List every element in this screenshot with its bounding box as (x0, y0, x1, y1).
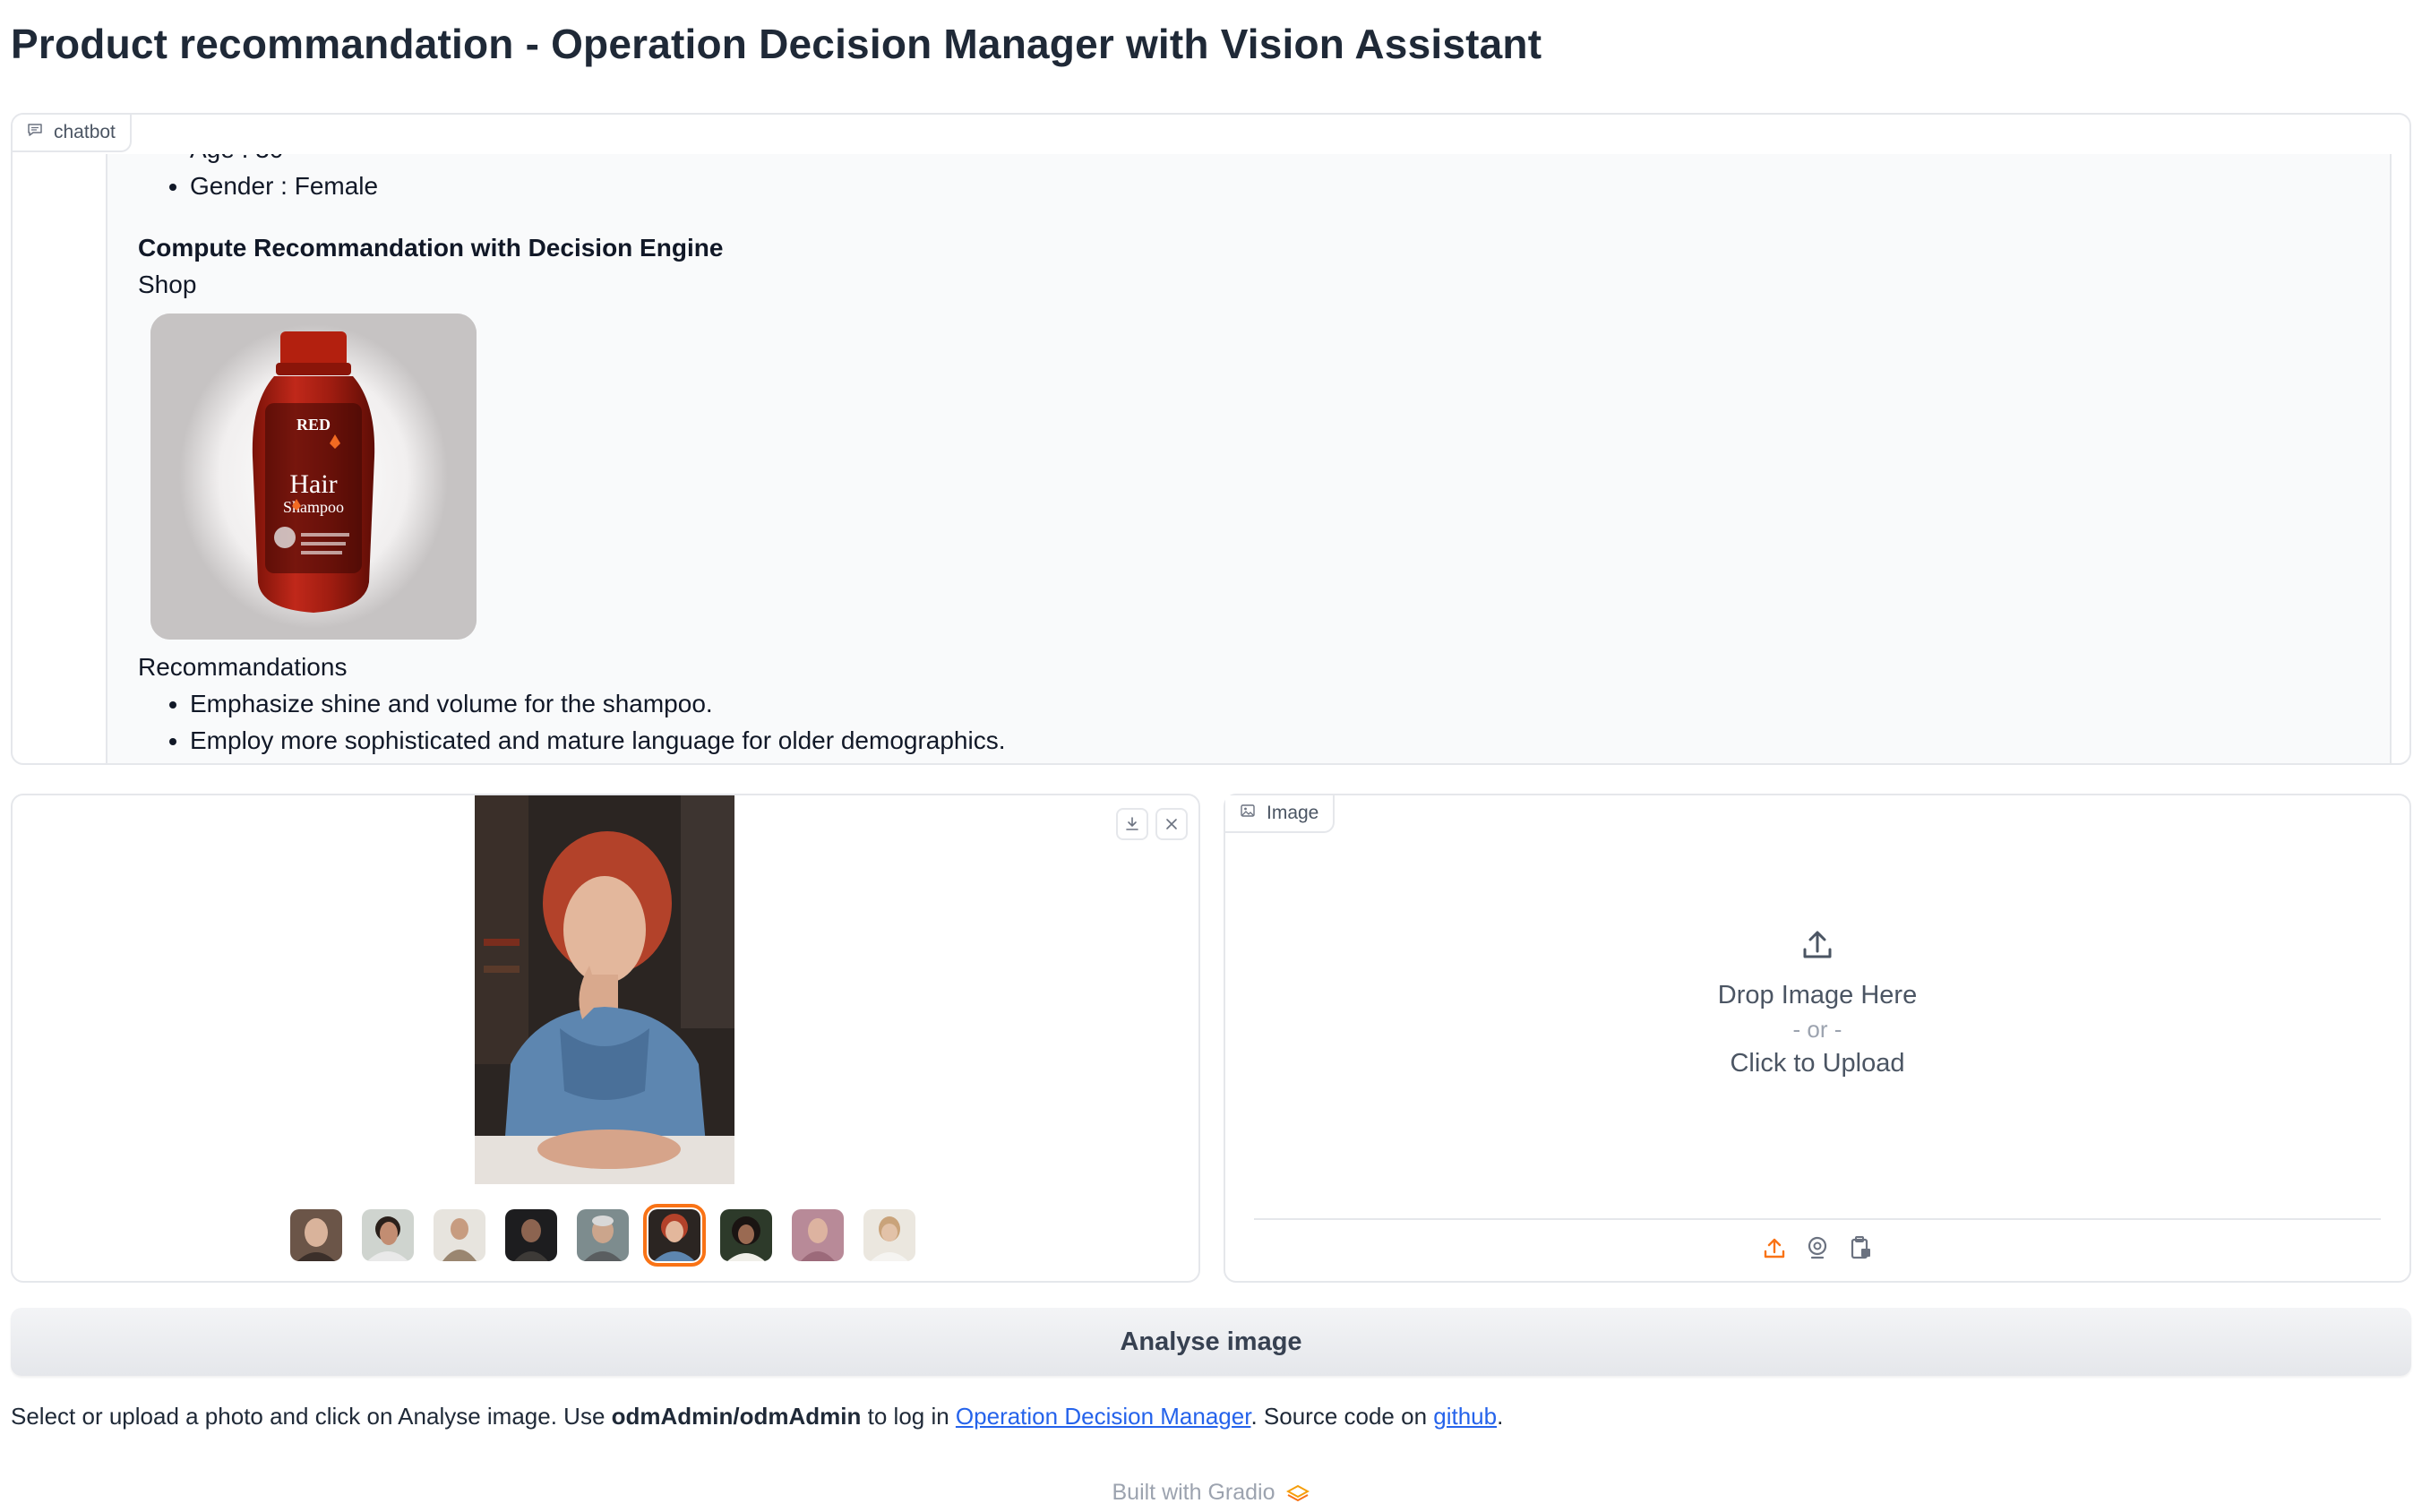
github-link[interactable]: github (1433, 1403, 1497, 1430)
analyse-image-button[interactable]: Analyse image (11, 1308, 2411, 1376)
chat-bubble-icon (27, 122, 43, 143)
drop-zone[interactable]: Drop Image Here - or - Click to Upload (1225, 926, 2409, 1078)
thumbnail[interactable] (720, 1209, 772, 1261)
shampoo-bottle-illustration: RED Hair Shampoo (150, 314, 477, 640)
attribute-list: Age : 30 Gender : Female (138, 154, 2372, 204)
instructions-part: . Source code on (1250, 1403, 1434, 1430)
download-button[interactable] (1116, 808, 1148, 840)
bot-message-content: Age : 30 Gender : Female Compute Recomma… (138, 154, 2372, 759)
attribute-age: Age : 30 (190, 154, 2372, 168)
thumbnail[interactable] (577, 1209, 629, 1261)
app-root: Product recommandation - Operation Decis… (0, 0, 2422, 1512)
thumbnail[interactable] (362, 1209, 414, 1261)
upload-icon[interactable] (1761, 1234, 1788, 1266)
recommendation-item: Emphasize shine and volume for the shamp… (190, 685, 2372, 722)
shop-label: Shop (138, 271, 197, 298)
product-text-shampoo: Shampoo (283, 498, 344, 516)
thumbnail[interactable] (505, 1209, 557, 1261)
thumbnail-selected[interactable] (643, 1204, 706, 1267)
webcam-icon[interactable] (1804, 1234, 1831, 1266)
close-icon (1166, 819, 1177, 829)
odm-link[interactable]: Operation Decision Manager (956, 1403, 1251, 1430)
source-divider (1254, 1218, 2381, 1220)
image-upload[interactable]: Image Drop Image Here - or - Click to Up… (1224, 794, 2411, 1283)
recommendation-list: Emphasize shine and volume for the shamp… (138, 685, 2372, 759)
thumbnail[interactable] (434, 1209, 485, 1261)
instructions-part: . (1497, 1403, 1504, 1430)
instructions-part: to log in (861, 1403, 956, 1430)
selected-photo[interactable] (475, 795, 734, 1184)
thumbnail[interactable] (863, 1209, 915, 1261)
instructions-text: Select or upload a photo and click on An… (11, 1403, 1503, 1430)
credentials-text: odmAdmin/odmAdmin (611, 1403, 862, 1430)
product-text-hair: Hair (289, 469, 337, 499)
instructions-part: Select or upload a photo and click on An… (11, 1403, 612, 1430)
section-heading: Compute Recommandation with Decision Eng… (138, 234, 724, 262)
image-icon (1240, 803, 1256, 824)
chatbot-panel[interactable]: chatbot Age : 30 Gender : Female Compute… (11, 113, 2411, 765)
upload-arrow-icon (1225, 926, 2409, 966)
close-button[interactable] (1155, 808, 1188, 840)
chatbot-label: chatbot (13, 115, 132, 152)
recommendation-item: Employ more sophisticated and mature lan… (190, 722, 2372, 759)
built-with-gradio[interactable]: Built with Gradio (0, 1480, 2422, 1506)
recommendations-label: Recommandations (138, 653, 348, 681)
example-gallery (11, 794, 1200, 1283)
image-label-text: Image (1267, 803, 1319, 823)
attribute-gender: Gender : Female (190, 168, 2372, 204)
chatbot-label-text: chatbot (54, 122, 116, 142)
built-with-text: Built with Gradio (1112, 1480, 1275, 1505)
product-image[interactable]: RED Hair Shampoo (150, 314, 477, 640)
thumbnail[interactable] (792, 1209, 844, 1261)
bot-message: Age : 30 Gender : Female Compute Recomma… (106, 154, 2392, 763)
page-title: Product recommandation - Operation Decis… (11, 21, 1542, 67)
thumbnail-strip (290, 1204, 915, 1267)
image-label: Image (1225, 795, 1336, 833)
product-text-red: RED (296, 416, 331, 434)
clipboard-icon[interactable] (1847, 1234, 1874, 1266)
thumbnail[interactable] (290, 1209, 342, 1261)
or-text: - or - (1792, 1016, 1842, 1043)
portrait-woman-illustration (475, 795, 734, 1184)
source-selector (1225, 1234, 2409, 1266)
click-to-upload-text: Click to Upload (1730, 1049, 1905, 1078)
drop-text: Drop Image Here (1717, 981, 1918, 1009)
download-icon (1126, 817, 1138, 830)
gradio-logo-icon (1281, 1480, 1310, 1505)
